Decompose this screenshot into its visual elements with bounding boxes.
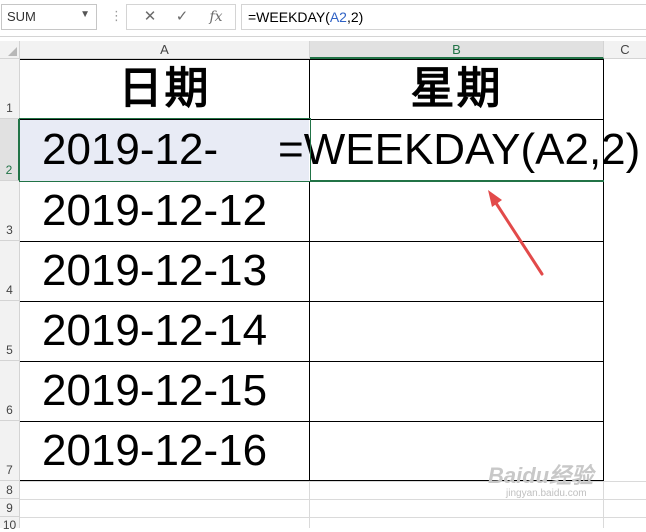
watermark-brand: Baidu经验 xyxy=(488,463,594,488)
baidu-watermark-logo: Baidu经验 jingyan.baidu.com xyxy=(488,458,593,499)
watermark-url: jingyan.baidu.com xyxy=(506,488,587,499)
red-arrow-icon xyxy=(488,190,544,276)
